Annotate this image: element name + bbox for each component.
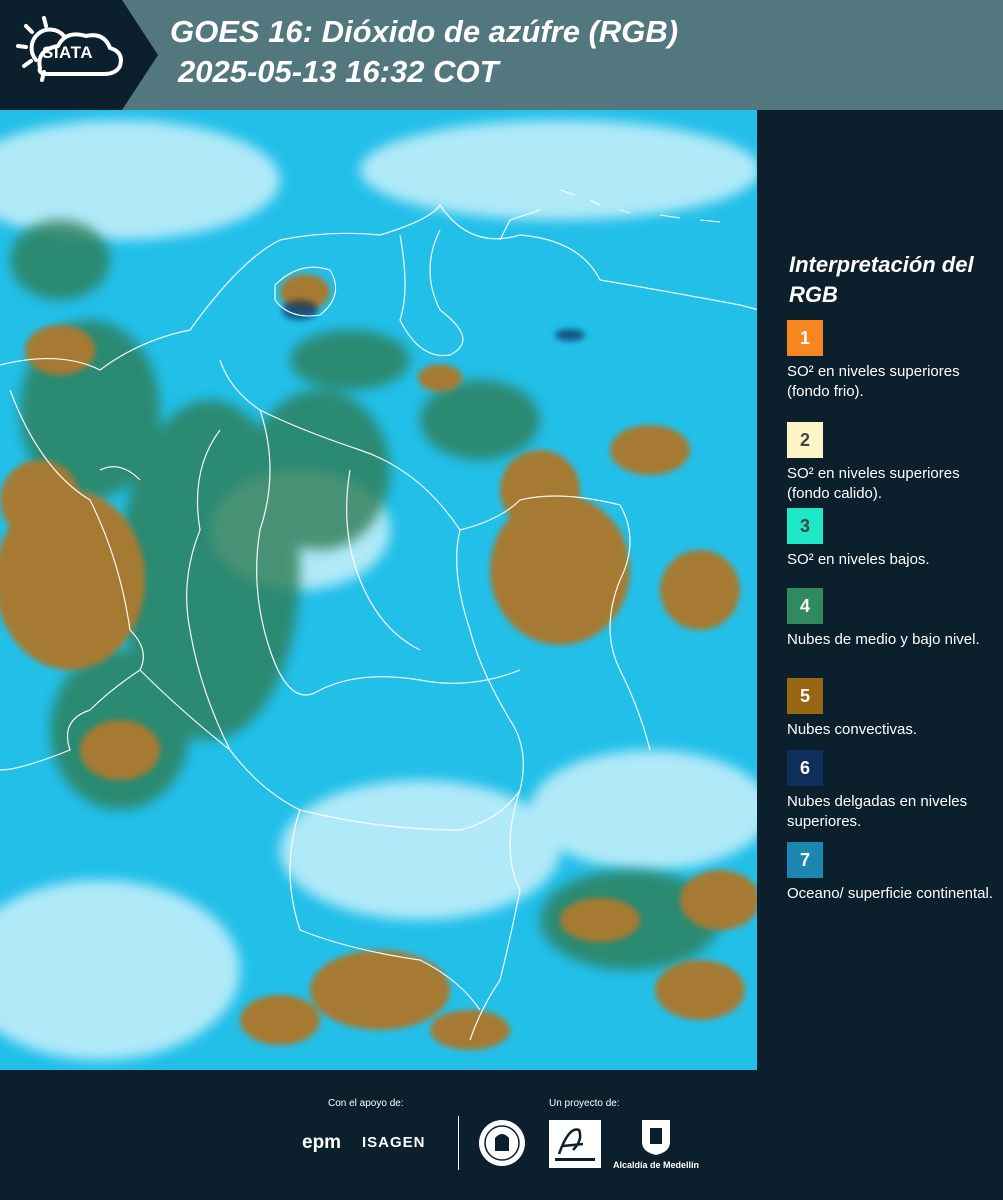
legend-label: Nubes convectivas. (787, 721, 918, 738)
legend-swatch: 5 (787, 678, 823, 714)
legend-swatch: 1 (787, 320, 823, 356)
legend-item: 3 SO² en niveles bajos. (787, 508, 997, 570)
alcaldia-label: Alcaldía de Medellín (613, 1160, 700, 1170)
isagen-logo: ISAGEN (362, 1134, 426, 1151)
legend-item: 7 Oceano/ superficie continental. (787, 842, 997, 904)
legend-swatch: 4 (787, 588, 823, 624)
legend-label: Oceano/ superficie continental. (787, 885, 993, 902)
legend-label: SO² en niveles superiores (fondo calido)… (787, 465, 960, 502)
legend-item: 1 SO² en niveles superiores (fondo frio). (787, 320, 997, 402)
legend-swatch: 6 (787, 750, 823, 786)
epm-logo: epm (302, 1132, 342, 1153)
area-metropolitana-logo-icon (549, 1120, 601, 1168)
header-bar: SIATA GOES 16: Dióxido de azúfre (RGB) 2… (0, 0, 1003, 110)
legend-label: SO² en niveles superiores (fondo frio). (787, 363, 960, 400)
project-label: Un proyecto de: (549, 1098, 620, 1109)
medellin-seal-icon (479, 1120, 525, 1166)
legend-title: Interpretación del RGB (789, 252, 974, 307)
footer-divider (458, 1116, 459, 1170)
legend-swatch: 3 (787, 508, 823, 544)
legend-item: 5 Nubes convectivas. (787, 678, 997, 740)
satellite-map (0, 110, 759, 1070)
legend-item: 2 SO² en niveles superiores (fondo calido… (787, 422, 997, 504)
legend-label: Nubes delgadas en niveles superiores. (787, 793, 968, 830)
alcaldia-shield-icon (642, 1120, 670, 1155)
timestamp: 2025-05-13 16:32 COT (178, 54, 499, 89)
footer: Con el apoyo de: Un proyecto de: epm ISA… (0, 1070, 1003, 1200)
legend-item: 4 Nubes de medio y bajo nivel. (787, 588, 997, 650)
legend-swatch: 2 (787, 422, 823, 458)
legend-label: Nubes de medio y bajo nivel. (787, 631, 980, 648)
legend-label: SO² en niveles bajos. (787, 551, 930, 568)
siata-logo-text: SIATA (42, 43, 93, 62)
legend-swatch: 7 (787, 842, 823, 878)
satellite-rgb-map-icon (0, 110, 757, 1070)
page-title: GOES 16: Dióxido de azúfre (RGB) (170, 14, 679, 49)
support-label: Con el apoyo de: (328, 1098, 404, 1109)
legend-panel: Interpretación del RGB 1 SO² en niveles s… (759, 110, 1003, 1070)
legend-item: 6 Nubes delgadas en niveles superiores. (787, 750, 997, 832)
